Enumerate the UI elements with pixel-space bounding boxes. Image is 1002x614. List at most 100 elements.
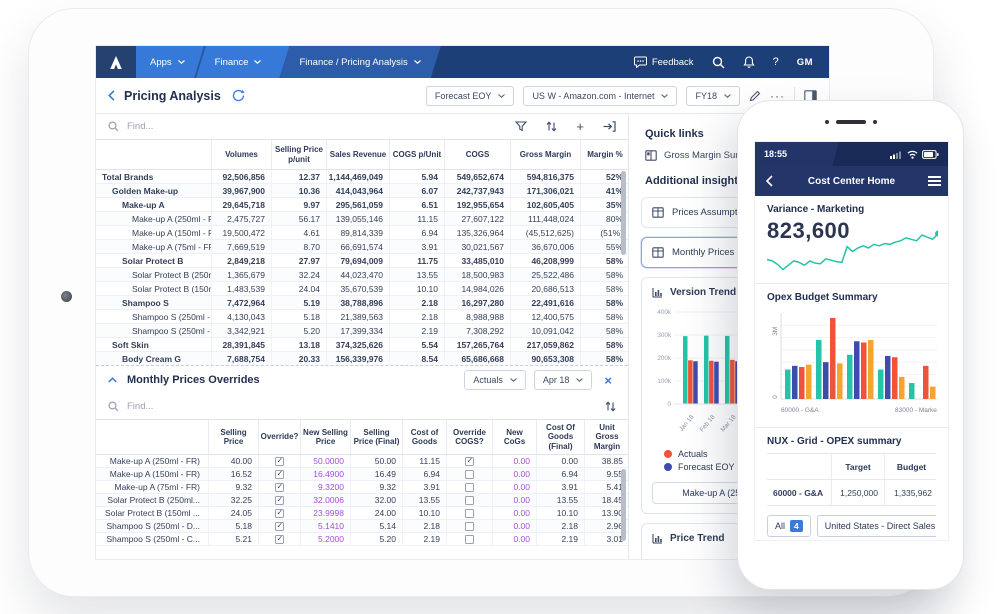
column-header[interactable]: Sales Revenue (326, 140, 389, 169)
nav-page-menu[interactable]: Finance / Pricing Analysis (279, 46, 440, 78)
table-row[interactable]: Make-up A (150ml - FR)19,500,4724.6189,8… (96, 226, 628, 240)
table-row[interactable]: Shampoo S (250ml - D...5.185.14105.142.1… (96, 520, 628, 533)
collapse-chevron-icon[interactable] (108, 377, 117, 383)
region-filter-button[interactable]: United States - Direct Sales (817, 515, 936, 537)
editable-cell-value[interactable]: 0.00 (492, 468, 536, 480)
search-icon[interactable] (712, 56, 725, 69)
editable-cell-value[interactable]: 32.0006 (300, 494, 350, 506)
override-checkbox[interactable] (465, 470, 474, 479)
refresh-icon[interactable] (232, 89, 245, 102)
column-header[interactable] (96, 140, 211, 169)
sort-icon[interactable] (546, 121, 557, 132)
override-checkbox[interactable] (275, 483, 284, 492)
column-header[interactable]: Cost Of Goods (Final) (536, 420, 584, 454)
export-icon[interactable] (603, 121, 616, 132)
feedback-button[interactable]: Feedback (634, 56, 694, 68)
editable-cell-value[interactable]: 0.00 (492, 507, 536, 519)
column-header[interactable]: Override COGS? (446, 420, 492, 454)
column-header[interactable]: New CoGs (492, 420, 536, 454)
close-icon[interactable]: × (600, 373, 616, 388)
column-header[interactable]: Volumes (211, 140, 271, 169)
nav-apps-menu[interactable]: Apps (136, 46, 199, 78)
table-row[interactable]: Solar Protect B (250ml...32.2532.000632.… (96, 494, 628, 507)
add-icon[interactable]: + (576, 120, 584, 133)
column-header[interactable]: New Selling Price (300, 420, 350, 454)
table-row[interactable]: 60000 - G&A1,250,0001,335,962 (767, 480, 936, 506)
column-header[interactable]: Override? (258, 420, 300, 454)
table-row[interactable]: Make-up A (150ml - FR)16.5216.490016.496… (96, 468, 628, 481)
edit-pencil-icon[interactable] (749, 90, 761, 102)
scrollbar[interactable] (621, 469, 626, 541)
editable-cell-value[interactable]: 0.00 (492, 455, 536, 467)
editable-cell-value[interactable]: 23.9998 (300, 507, 350, 519)
override-checkbox[interactable] (275, 535, 284, 544)
column-header[interactable]: Margin % (580, 140, 629, 169)
overrides-month-dropdown[interactable]: Apr 18 (534, 370, 593, 390)
user-avatar[interactable]: GM (797, 57, 813, 68)
column-header[interactable]: Selling Price p/unit (271, 140, 326, 169)
column-header[interactable]: COGS p/Unit (389, 140, 444, 169)
table-row[interactable]: Solar Protect B2,849,21827.9779,694,0091… (96, 254, 628, 268)
table-row[interactable]: Make-up A (250ml - FR)2,475,72756.17139,… (96, 212, 628, 226)
editable-cell-value[interactable]: 5.2000 (300, 533, 350, 545)
column-header[interactable]: COGS (444, 140, 510, 169)
filter-funnel-icon[interactable] (515, 121, 527, 132)
table-row[interactable]: Solar Protect B (150ml ...1,483,53924.04… (96, 282, 628, 296)
version-dropdown[interactable]: Forecast EOY (426, 86, 515, 106)
override-checkbox[interactable] (275, 522, 284, 531)
override-checkbox[interactable] (275, 496, 284, 505)
table-row[interactable]: Shampoo S7,472,9645.1938,788,8962.1816,2… (96, 296, 628, 310)
override-checkbox[interactable] (465, 483, 474, 492)
menu-icon[interactable] (928, 176, 941, 186)
table-row[interactable]: Shampoo S (250ml - C...5.215.20005.202.1… (96, 533, 628, 546)
override-checkbox[interactable] (465, 457, 474, 466)
nav-finance-menu[interactable]: Finance (201, 46, 276, 78)
editable-cell-value[interactable]: 50.0000 (300, 455, 350, 467)
column-header[interactable] (96, 420, 208, 454)
column-header[interactable]: Unit Gross Margin (584, 420, 629, 454)
scrollbar[interactable] (621, 171, 626, 255)
editable-cell-value[interactable]: 9.3200 (300, 481, 350, 493)
year-dropdown[interactable]: FY18 (686, 86, 740, 106)
editable-cell-value[interactable]: 0.00 (492, 520, 536, 532)
find-input[interactable]: Find... (127, 121, 153, 132)
editable-cell-value[interactable]: 0.00 (492, 494, 536, 506)
table-row[interactable]: Soft Skin28,391,84513.18374,325,6265.541… (96, 338, 628, 352)
override-checkbox[interactable] (275, 457, 284, 466)
overrides-version-dropdown[interactable]: Actuals (464, 370, 526, 390)
column-header[interactable]: Gross Margin (510, 140, 580, 169)
table-row[interactable]: Body Cream G7,688,75420.33156,339,9768.5… (96, 352, 628, 366)
editable-cell-value[interactable]: 0.00 (492, 481, 536, 493)
dimension-dropdown[interactable]: US W - Amazon.com - Internet (523, 86, 677, 106)
override-checkbox[interactable] (275, 509, 284, 518)
find-input[interactable]: Find... (127, 401, 153, 412)
table-row[interactable]: Solar Protect B (150ml ...24.0523.999824… (96, 507, 628, 520)
bell-icon[interactable] (743, 56, 755, 69)
table-row[interactable]: Total Brands92,506,85612.371,144,469,049… (96, 170, 628, 184)
table-row[interactable]: Solar Protect B (250ml...1,365,67932.244… (96, 268, 628, 282)
column-header[interactable]: Selling Price (Final) (350, 420, 402, 454)
editable-cell-value[interactable]: 0.00 (492, 533, 536, 545)
editable-cell-value[interactable]: 16.4900 (300, 468, 350, 480)
override-checkbox[interactable] (275, 470, 284, 479)
back-chevron-icon[interactable] (108, 90, 115, 101)
all-filter-button[interactable]: All 4 (767, 515, 811, 537)
column-header[interactable]: Cost of Goods (402, 420, 446, 454)
table-row[interactable]: Make-up A29,645,7189.97295,561,0596.5119… (96, 198, 628, 212)
help-button[interactable]: ? (773, 56, 779, 68)
back-chevron-icon[interactable] (765, 175, 773, 187)
anaplan-logo-icon[interactable] (96, 46, 136, 78)
table-row[interactable]: Golden Make-up39,967,90010.36414,043,964… (96, 184, 628, 198)
table-row[interactable]: Shampoo S (250ml - C...3,342,9215.2017,3… (96, 324, 628, 338)
editable-cell-value[interactable]: 5.1410 (300, 520, 350, 532)
override-checkbox[interactable] (465, 509, 474, 518)
override-checkbox[interactable] (465, 535, 474, 544)
sort-icon[interactable] (605, 401, 616, 412)
override-checkbox[interactable] (465, 522, 474, 531)
override-checkbox[interactable] (465, 496, 474, 505)
table-row[interactable]: Make-up A (75ml - FR)7,669,5198.7066,691… (96, 240, 628, 254)
table-row[interactable]: Make-up A (250ml - FR)40.0050.000050.001… (96, 455, 628, 468)
table-row[interactable]: Make-up A (75ml - FR)9.329.32009.323.910… (96, 481, 628, 494)
column-header[interactable]: Selling Price (208, 420, 258, 454)
table-row[interactable]: Shampoo S (250ml - D...4,130,0435.1821,3… (96, 310, 628, 324)
